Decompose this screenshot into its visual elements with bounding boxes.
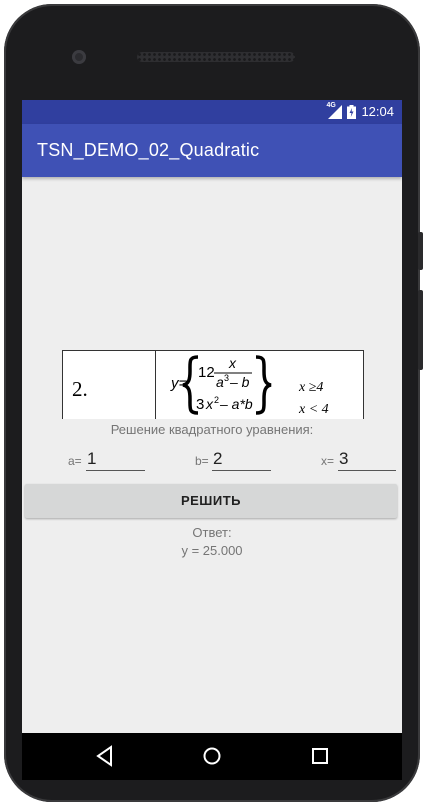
battery-icon [347, 104, 357, 119]
front-camera [72, 50, 86, 64]
case1-numerator: x [228, 355, 237, 371]
recents-icon[interactable] [309, 745, 331, 772]
condition-1: x ≥4 [298, 380, 323, 395]
case1-den-rest: – b [229, 374, 250, 390]
case2-coef: 3 [196, 396, 204, 413]
subtitle: Решение квадратного уравнения: [110, 422, 314, 437]
case2-rest: – a*b [219, 396, 253, 412]
formula-number-cell: 2. [63, 351, 156, 419]
field-a: a= 1 [68, 448, 146, 472]
navigation-bar [22, 733, 402, 780]
answer-label: Ответ: [192, 525, 232, 540]
input-a[interactable]: 1 [86, 448, 145, 471]
case1-coef: 12 [198, 364, 215, 381]
formula-image: 2. y= 12 x a 3 – b 3 x 2 – a*b x ≥4 x < … [62, 350, 364, 419]
app-title: TSN_DEMO_02_Quadratic [37, 140, 260, 160]
case1-den-exp: 3 [224, 373, 229, 383]
volume-button [418, 232, 423, 270]
earpiece-speaker [137, 52, 295, 62]
case2-x: x [205, 396, 214, 412]
power-button [418, 290, 423, 370]
status-bar: 4G 12:04 [22, 100, 402, 124]
right-brace [255, 355, 272, 415]
case2-exp: 2 [214, 395, 219, 405]
input-x[interactable]: 3 [338, 448, 396, 471]
piecewise-formula: y= 12 x a 3 – b 3 x 2 – a*b x ≥4 x < 4 [170, 355, 329, 417]
solve-button[interactable]: РЕШИТЬ [25, 484, 397, 518]
condition-2: x < 4 [298, 402, 329, 417]
label-a: a= [68, 454, 82, 468]
app-bar: TSN_DEMO_02_Quadratic [22, 124, 402, 177]
label-b: b= [195, 454, 209, 468]
app-screen: 4G 12:04 TSN_DEMO_02_Quadratic 2. y= 12 … [22, 100, 402, 733]
clock: 12:04 [361, 104, 394, 119]
field-b: b= 2 [195, 448, 273, 472]
case1-den-a: a [216, 374, 224, 390]
network-type: 4G [326, 101, 336, 109]
answer-value: y = 25.000 [181, 543, 243, 558]
signal-icon: 4G [326, 101, 343, 119]
back-icon[interactable] [95, 745, 115, 772]
formula-number: 2. [72, 377, 88, 401]
input-b[interactable]: 2 [212, 448, 271, 471]
label-x: x= [321, 454, 335, 468]
field-x: x= 3 [321, 448, 399, 472]
home-icon[interactable] [201, 745, 223, 772]
